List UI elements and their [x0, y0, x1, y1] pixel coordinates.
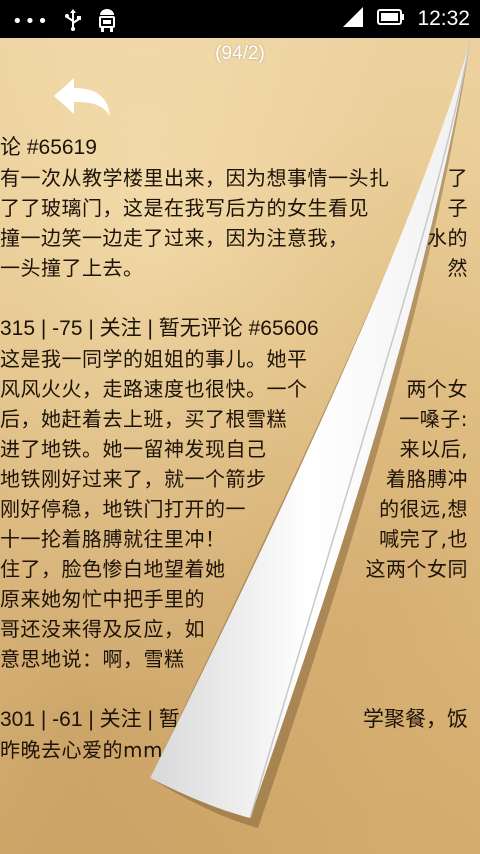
line-text: 风风火火，走路速度也很快。一个	[0, 377, 308, 401]
line-text: 地铁刚好过来了，就一个箭步	[0, 467, 267, 491]
line-text: 意思地说：啊，雪糕	[0, 647, 185, 671]
signal-icon	[341, 6, 365, 32]
line-text: 撞一边笑一边走了过来，因为注意我，	[0, 226, 349, 250]
line-text: 301 | -61 | 关注 | 暂	[0, 708, 180, 731]
text-line: 原来她匆忙中把手里的	[0, 584, 480, 614]
line-text: 十一抡着胳膊就往里冲！	[0, 527, 226, 551]
line-text: 后，她赶着去上班，买了根雪糕	[0, 407, 287, 431]
text-line: 后，她赶着去上班，买了根雪糕 一嗓子:	[0, 404, 480, 434]
line-text: 这是我一同学的姐姐的事儿。她平	[0, 347, 308, 371]
line-text: 进了地铁。她一留神发现自己	[0, 437, 267, 461]
text-line: 了了玻璃门，这是在我写后方的女生看见 子	[0, 193, 480, 223]
text-line: 一头撞了上去。 然	[0, 253, 480, 283]
text-line: 哥还没来得及反应，如	[0, 614, 480, 644]
line-tail-text: 然	[447, 256, 468, 280]
line-text: 有一次从教学楼里出来，因为想事情一头扎	[0, 166, 390, 190]
text-line: 意思地说：啊，雪糕	[0, 644, 480, 674]
article-content: 论 #65619 有一次从教学楼里出来，因为想事情一头扎 了了了玻璃门，这是在我写后…	[0, 133, 480, 765]
line-text: 哥还没来得及反应，如	[0, 617, 205, 641]
line-tail-text: 两个女	[406, 377, 468, 401]
clock: 12:32	[417, 7, 470, 30]
page-indicator: (94/2)	[215, 43, 265, 64]
text-line: 有一次从教学楼里出来，因为想事情一头扎 了	[0, 163, 480, 193]
line-tail-text: 一嗓子:	[399, 407, 468, 431]
line-text: 一头撞了上去。	[0, 256, 144, 280]
line-tail-text: 来以后,	[399, 437, 468, 461]
status-bar: ••• 12:32	[0, 0, 480, 38]
back-arrow-icon	[54, 78, 110, 116]
android-debug-icon	[96, 8, 118, 36]
text-line: 住了，脸色惨白地望着她 这两个女同	[0, 554, 480, 584]
line-text: 原来她匆忙中把手里的	[0, 587, 205, 611]
text-line: 地铁刚好过来了，就一个箭步 着胳膊冲	[0, 464, 480, 494]
battery-icon	[377, 8, 405, 30]
text-line: 撞一边笑一边走了过来，因为注意我， 水的	[0, 223, 480, 253]
line-tail-text: 学聚餐，饭	[363, 708, 468, 731]
line-tail-text: 了	[447, 166, 468, 190]
line-text: 住了，脸色惨白地望着她	[0, 557, 226, 581]
line-tail-text: 的很远,想	[379, 497, 468, 521]
text-line: 这是我一同学的姐姐的事儿。她平	[0, 344, 480, 374]
line-tail-text: 着胳膊冲	[386, 467, 468, 491]
text-line: 十一抡着胳膊就往里冲！ 喊完了,也	[0, 524, 480, 554]
line-tail-text: 子	[447, 196, 468, 220]
line-tail-text: 喊完了,也	[379, 527, 468, 551]
line-tail-text: 水的	[427, 226, 468, 250]
post-meta-line: 论 #65619	[0, 133, 480, 163]
line-tail-text: 这两个女同	[365, 557, 468, 581]
line-text: 了了玻璃门，这是在我写后方的女生看见	[0, 196, 369, 220]
line-text: 昨晚去心爱的mm	[0, 738, 163, 762]
overflow-dots-icon[interactable]: •••	[12, 12, 50, 32]
post-meta-line: 315 | -75 | 关注 | 暂无评论 #65606	[0, 314, 480, 344]
text-line: 昨晚去心爱的mm	[0, 735, 480, 765]
line-text: 论 #65619	[0, 136, 97, 159]
text-line: 进了地铁。她一留神发现自己 来以后,	[0, 434, 480, 464]
usb-icon	[64, 9, 82, 35]
post-meta-line: 301 | -61 | 关注 | 暂 学聚餐，饭	[0, 705, 480, 735]
text-line: 风风火火，走路速度也很快。一个 两个女	[0, 374, 480, 404]
line-text: 315 | -75 | 关注 | 暂无评论 #65606	[0, 317, 319, 340]
reader-page[interactable]: (94/2) 论 #65619 有一次从教学楼里出来，因为想事情一头扎 了了了玻璃门…	[0, 38, 480, 854]
text-line: 刚好停稳，地铁门打开的一 的很远,想	[0, 494, 480, 524]
line-text: 刚好停稳，地铁门打开的一	[0, 497, 246, 521]
back-button[interactable]	[52, 76, 116, 124]
